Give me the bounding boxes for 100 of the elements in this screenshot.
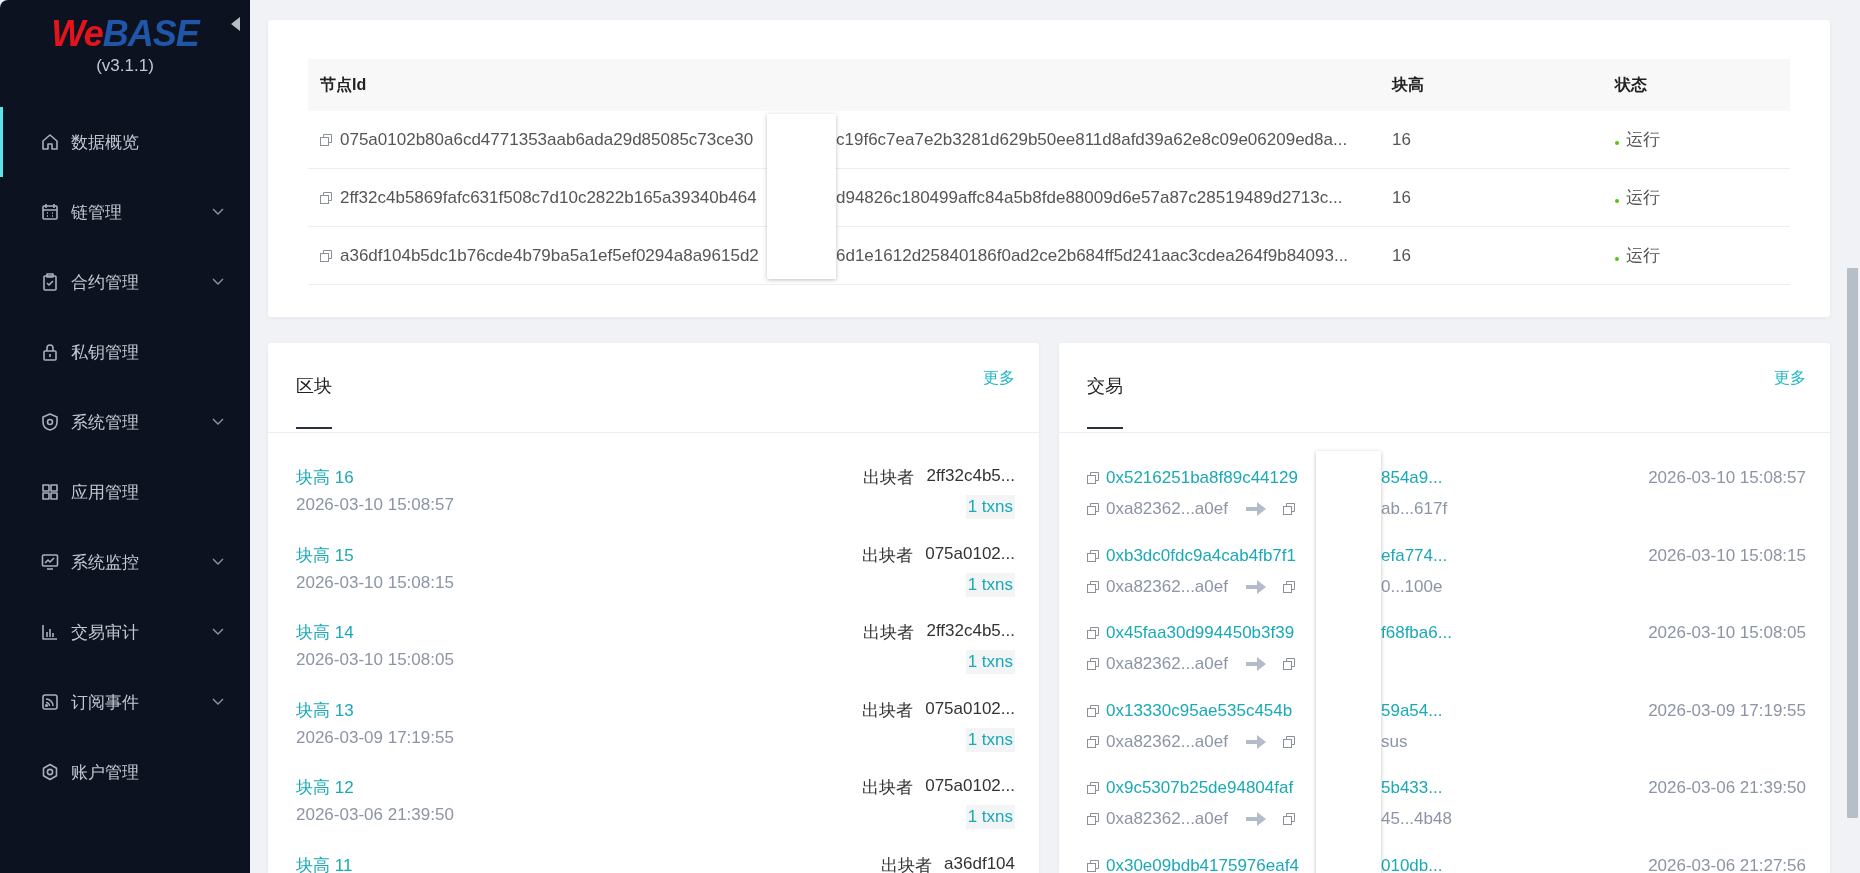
miner-label: 出块者 — [881, 854, 933, 873]
rss-icon — [41, 693, 59, 711]
transaction-hash-link[interactable]: f68fba6... — [1381, 623, 1452, 643]
copy-icon[interactable] — [1282, 735, 1295, 748]
shield-gear-icon — [41, 413, 59, 431]
calendar-icon — [41, 203, 59, 221]
table-cell: 16 — [1392, 129, 1411, 150]
more-link[interactable]: 更多 — [1774, 368, 1806, 389]
menu-item[interactable]: 私钥管理 — [0, 317, 250, 387]
menu-item[interactable]: 订阅事件 — [0, 667, 250, 737]
block-time: 2026-03-10 15:08:15 — [296, 572, 454, 593]
block-height-link[interactable]: 块高 14 — [296, 621, 454, 644]
block-time: 2026-03-10 15:08:57 — [296, 495, 454, 515]
scrollbar-thumb[interactable] — [1847, 268, 1858, 818]
menu-item[interactable]: 链管理 — [0, 177, 250, 247]
column-header: 状态 — [1613, 74, 1648, 95]
miner-id: 075a0102... — [925, 543, 1015, 565]
block-height-link[interactable]: 块高 11 — [296, 853, 353, 873]
transaction-hash-link[interactable]: 0x9c5307b25de94804faf — [1106, 778, 1294, 798]
chevron-down-icon — [212, 628, 224, 636]
transaction-hash-link[interactable]: 5b433... — [1381, 778, 1443, 798]
home-icon — [41, 133, 59, 151]
to-address: 45...4b48 — [1381, 809, 1452, 829]
txns-badge[interactable]: 1 txns — [965, 495, 1015, 519]
chevron-down-icon — [212, 208, 224, 216]
copy-icon[interactable] — [1087, 503, 1099, 515]
block-height-link[interactable]: 块高 16 — [296, 466, 454, 489]
transaction-hash-link[interactable]: 59a54... — [1381, 700, 1443, 721]
copy-icon[interactable] — [1087, 735, 1099, 748]
transaction-hash-link[interactable]: 0x45faa30d994450b3f39 — [1106, 623, 1295, 643]
table-cell: 16 — [1392, 245, 1411, 266]
chevron-down-icon — [212, 698, 224, 706]
menu-item[interactable]: 数据概览 — [0, 107, 250, 177]
clipboard-check-icon — [41, 273, 59, 291]
copy-icon[interactable] — [1282, 580, 1295, 593]
transaction-hash-link[interactable]: 0x5216251ba8f89c44129 — [1106, 468, 1298, 488]
version-label: (v3.1.1) — [96, 56, 154, 76]
menu-item[interactable]: 账户管理 — [0, 737, 250, 807]
table-cell: d94826c180499affc84a5b8fde88009d6e57a87c28519489d2713c... — [836, 187, 1343, 208]
transaction-hash-link[interactable]: 854a9... — [1381, 468, 1443, 488]
to-address: sus — [1381, 731, 1408, 752]
copy-icon[interactable] — [1087, 549, 1099, 562]
copy-icon[interactable] — [1087, 580, 1099, 593]
block-time: 2026-03-09 17:19:55 — [296, 727, 454, 748]
from-address: 0xa82362...a0ef — [1106, 576, 1228, 597]
block-time: 2026-03-06 21:39:50 — [296, 805, 454, 825]
transaction-time: 2026-03-09 17:19:55 — [1648, 700, 1806, 721]
bar-chart-icon — [41, 623, 59, 641]
copy-icon[interactable] — [1282, 813, 1295, 825]
transaction-hash-link[interactable]: 010db... — [1381, 855, 1443, 873]
collapse-triangle-icon[interactable] — [231, 17, 240, 31]
copy-icon[interactable] — [1087, 472, 1099, 484]
copy-icon[interactable] — [1087, 627, 1099, 639]
transaction-hash-link[interactable]: efa774... — [1381, 545, 1448, 566]
menu-item[interactable]: 交易审计 — [0, 597, 250, 667]
status-dot — [1615, 256, 1619, 261]
copy-icon[interactable] — [1087, 782, 1099, 794]
txns-badge[interactable]: 1 txns — [965, 727, 1015, 752]
txns-badge[interactable]: 1 txns — [965, 805, 1015, 829]
copy-icon[interactable] — [1087, 859, 1099, 872]
txns-badge[interactable]: 1 txns — [965, 650, 1015, 674]
transaction-time: 2026-03-10 15:08:57 — [1648, 468, 1806, 488]
tab-indicator — [296, 427, 332, 429]
transaction-hash-link[interactable]: 0xb3dc0fdc9a4cab4fb7f1 — [1106, 545, 1296, 566]
grid-icon — [41, 483, 59, 501]
block-height-link[interactable]: 块高 15 — [296, 543, 454, 567]
transaction-time: 2026-03-10 15:08:15 — [1648, 545, 1806, 566]
block-height-link[interactable]: 块高 12 — [296, 776, 454, 799]
menu-item[interactable]: 应用管理 — [0, 457, 250, 527]
transaction-time: 2026-03-10 15:08:05 — [1648, 623, 1806, 643]
copy-icon[interactable] — [320, 191, 332, 204]
to-address: ab...617f — [1381, 499, 1448, 519]
from-address: 0xa82362...a0ef — [1106, 731, 1228, 752]
copy-icon[interactable] — [1087, 813, 1099, 825]
chevron-down-icon — [212, 278, 224, 286]
table-cell-text: 2ff32c4b5869fafc631f508c7d10c2822b165a39340b464 — [340, 187, 758, 208]
chevron-down-icon — [212, 558, 224, 566]
menu-item[interactable]: 系统管理 — [0, 387, 250, 457]
column-header: 节点Id — [319, 74, 368, 95]
table-cell-text: a36df104b5dc1b76cde4b79ba5a1ef5ef0294a8a9615d2 — [340, 245, 760, 266]
copy-icon[interactable] — [1087, 704, 1099, 717]
arrow-right-icon — [1245, 502, 1266, 516]
arrow-right-icon — [1245, 579, 1266, 594]
copy-icon[interactable] — [1087, 658, 1099, 670]
menu-item[interactable]: 系统监控 — [0, 527, 250, 597]
copy-icon[interactable] — [1282, 658, 1295, 670]
copy-icon[interactable] — [320, 249, 332, 262]
more-link[interactable]: 更多 — [983, 368, 1015, 389]
menu-item[interactable]: 合约管理 — [0, 247, 250, 317]
transaction-hash-link[interactable]: 0x13330c95ae535c454b — [1106, 700, 1293, 721]
tab-indicator — [1087, 427, 1123, 429]
arrow-right-icon — [1245, 734, 1266, 749]
copy-icon[interactable] — [320, 133, 332, 146]
txns-badge[interactable]: 1 txns — [965, 572, 1015, 597]
transaction-hash-link[interactable]: 0x30e09bdb4175976eaf4 — [1106, 855, 1299, 873]
copy-icon[interactable] — [1282, 503, 1295, 515]
table-cell: 6d1e1612d25840186f0ad2ce2b684ff5d241aac3cdea264f9b84093... — [836, 245, 1349, 266]
block-height-link[interactable]: 块高 13 — [296, 698, 454, 722]
logo-text: We — [51, 13, 103, 54]
transaction-time: 2026-03-06 21:39:50 — [1648, 778, 1806, 798]
